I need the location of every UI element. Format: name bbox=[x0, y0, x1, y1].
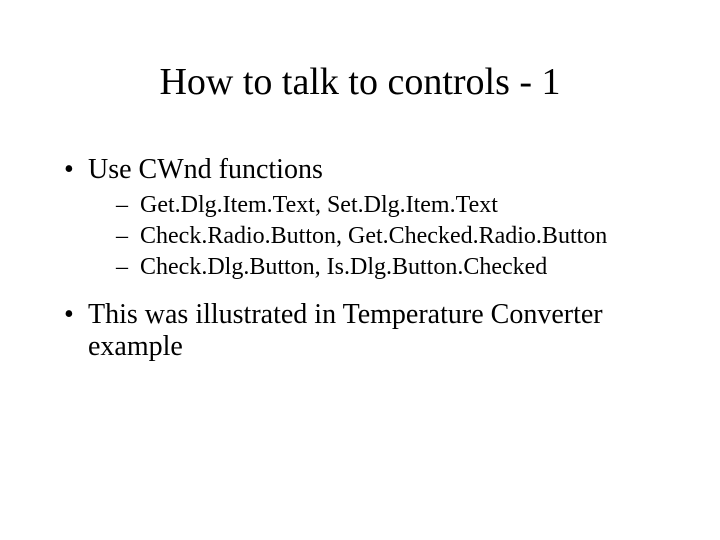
slide-title: How to talk to controls - 1 bbox=[60, 60, 660, 104]
bullet-text: Use CWnd functions bbox=[88, 154, 323, 185]
sub-bullet-text: Check.Dlg.Button, Is.Dlg.Button.Checked bbox=[140, 254, 547, 280]
sub-bullet-item: Check.Radio.Button, Get.Checked.Radio.Bu… bbox=[88, 223, 660, 250]
sub-bullet-item: Get.Dlg.Item.Text, Set.Dlg.Item.Text bbox=[88, 192, 660, 219]
sub-bullet-item: Check.Dlg.Button, Is.Dlg.Button.Checked bbox=[88, 254, 660, 281]
sub-bullet-list: Get.Dlg.Item.Text, Set.Dlg.Item.Text Che… bbox=[88, 192, 660, 281]
sub-bullet-text: Get.Dlg.Item.Text, Set.Dlg.Item.Text bbox=[140, 192, 498, 218]
bullet-text: This was illustrated in Temperature Conv… bbox=[88, 299, 603, 362]
sub-bullet-text: Check.Radio.Button, Get.Checked.Radio.Bu… bbox=[140, 223, 607, 249]
bullet-item: This was illustrated in Temperature Conv… bbox=[60, 299, 660, 363]
bullet-list: Use CWnd functions Get.Dlg.Item.Text, Se… bbox=[60, 154, 660, 363]
slide: How to talk to controls - 1 Use CWnd fun… bbox=[0, 0, 720, 540]
bullet-item: Use CWnd functions Get.Dlg.Item.Text, Se… bbox=[60, 154, 660, 281]
